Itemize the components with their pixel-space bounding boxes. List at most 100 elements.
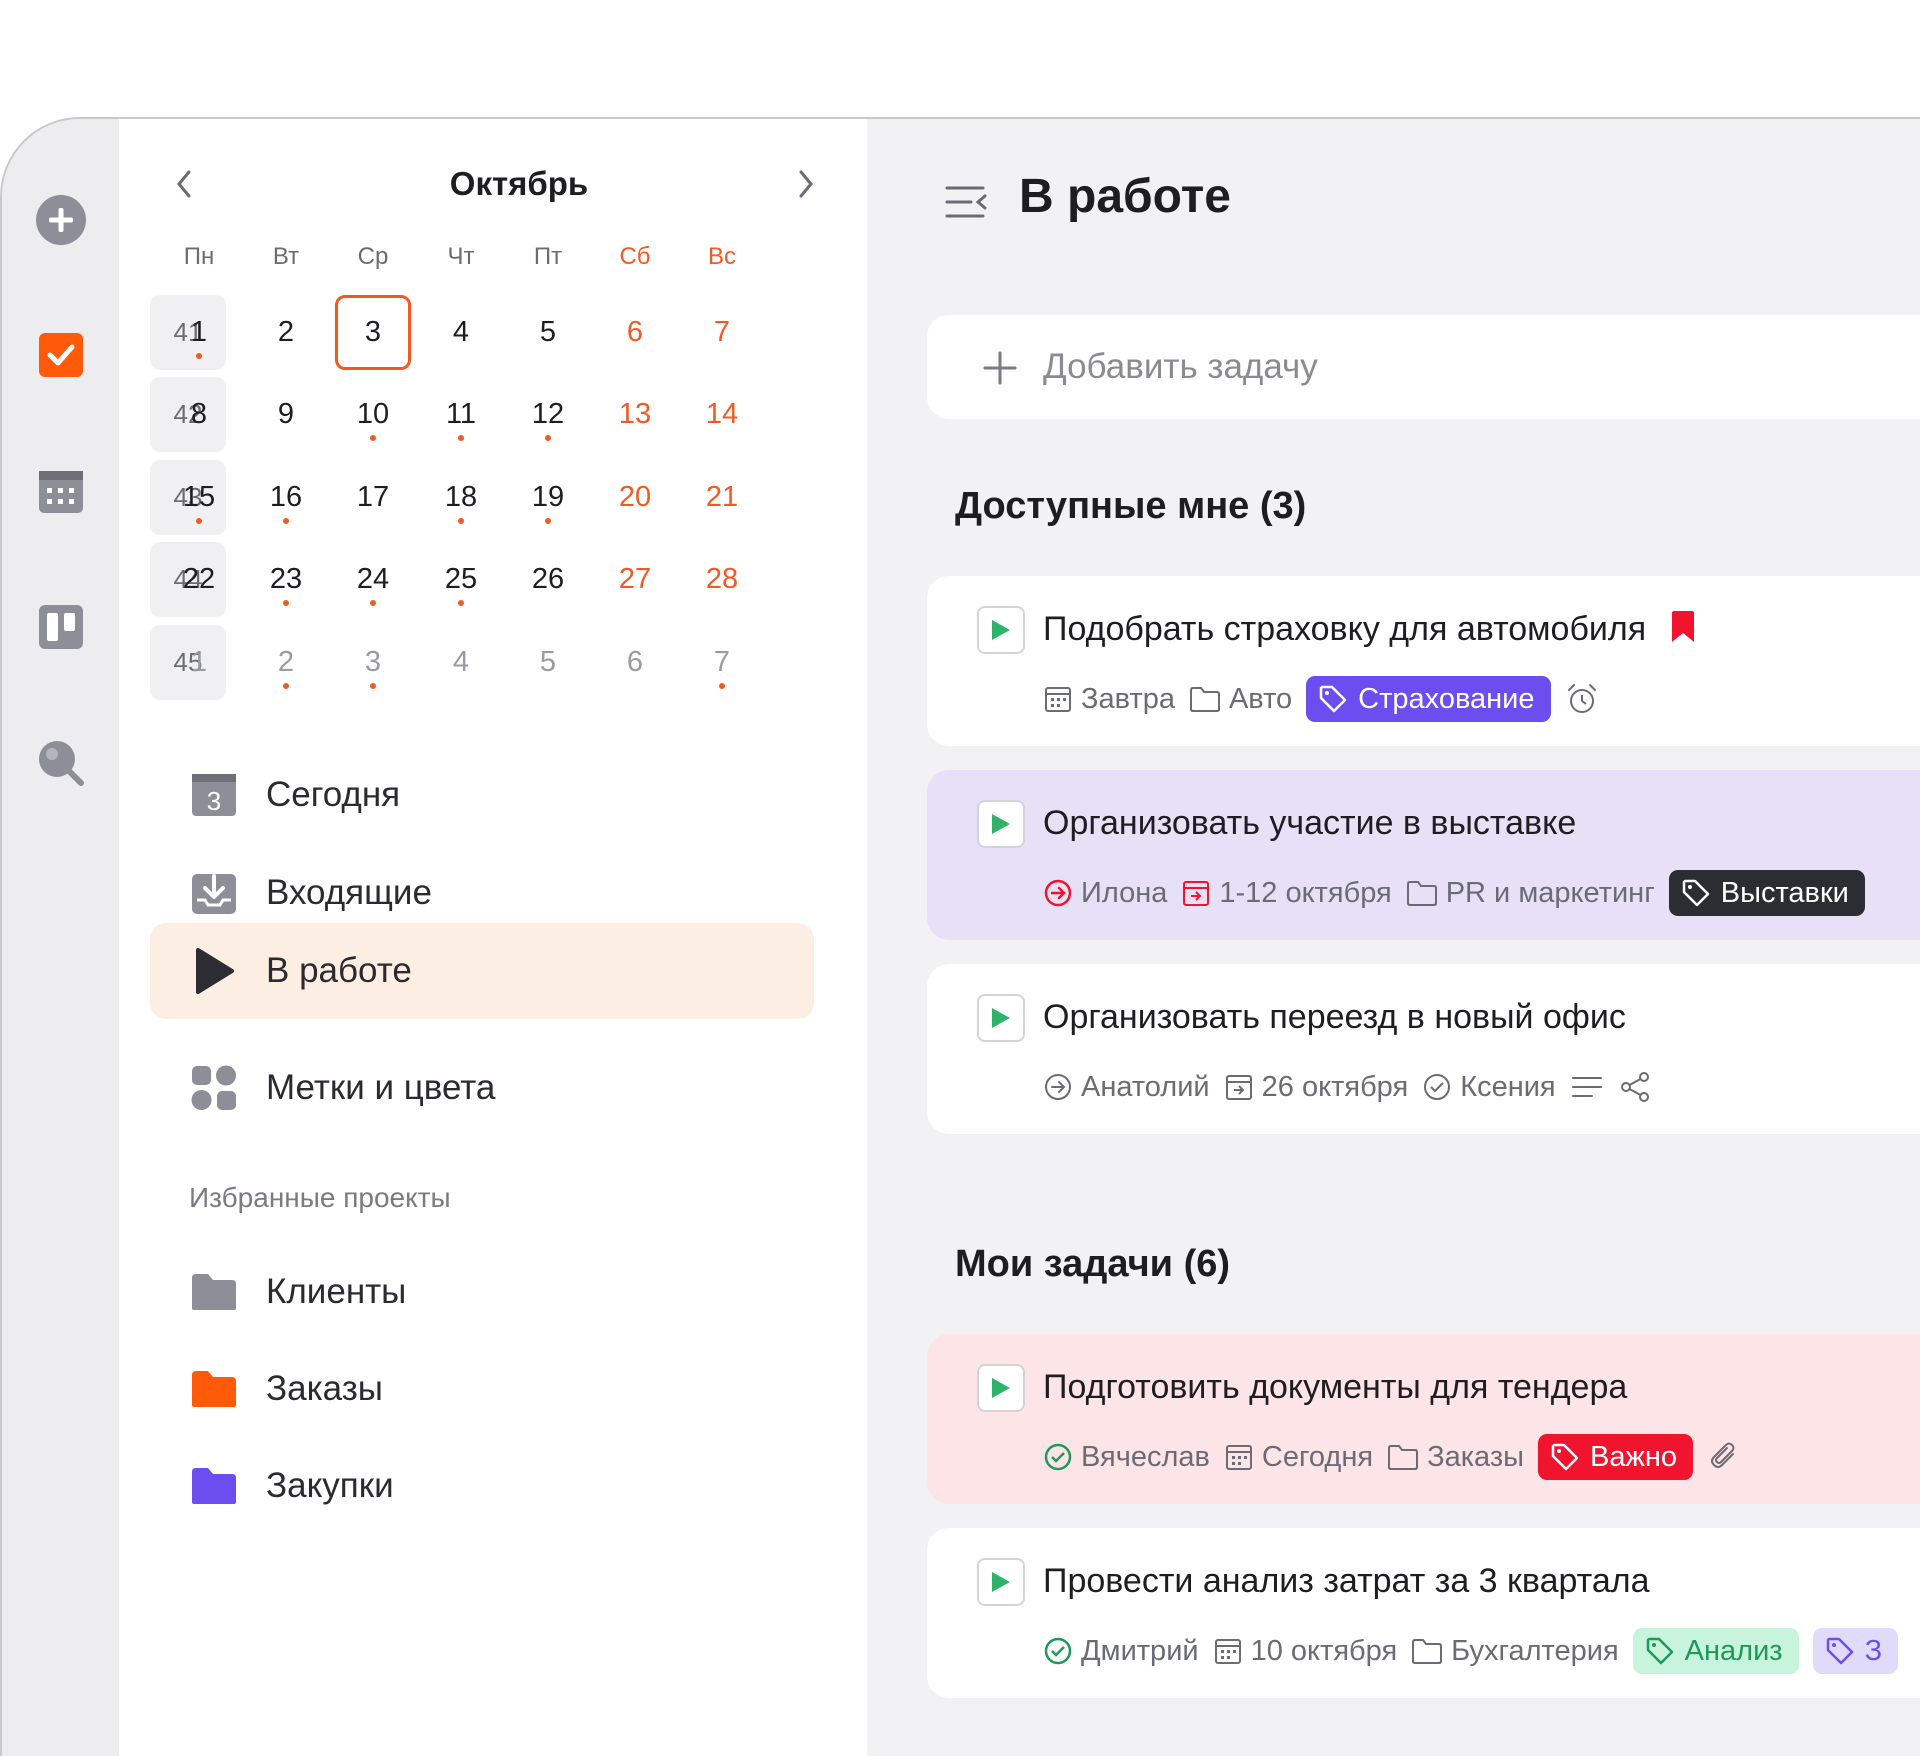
- sidebar: Октябрь Пн Вт Ср Чт Пт Сб Вс 41 1 2 3 4 5 6 7 42 8 9 10 11…: [119, 119, 867, 1756]
- main-panel: В работе Добавить задачу Доступные мне (…: [867, 119, 1920, 1756]
- delegated-icon: [1044, 879, 1072, 907]
- start-task-button[interactable]: [977, 994, 1025, 1042]
- calendar-day[interactable]: 6: [597, 295, 673, 370]
- sidebar-project-orders[interactable]: Заказы: [150, 1341, 814, 1437]
- calendar-day[interactable]: 4: [423, 295, 499, 370]
- calendar-day[interactable]: 4: [423, 625, 499, 700]
- task-date: Сегодня: [1224, 1441, 1373, 1474]
- board-icon[interactable]: [35, 601, 87, 653]
- calendar-day[interactable]: 5: [510, 625, 586, 700]
- tag-second[interactable]: З: [1812, 1628, 1899, 1674]
- calendar-day-number: 18: [444, 481, 478, 513]
- tag-icon: [1551, 1443, 1579, 1471]
- calendar-day[interactable]: 8: [161, 377, 237, 452]
- calendar-day-number: 13: [618, 398, 652, 430]
- event-dot: [370, 435, 376, 441]
- calendar-day[interactable]: 1: [161, 295, 237, 370]
- calendar-day[interactable]: 24: [335, 542, 411, 617]
- sidebar-item-label: Метки и цвета: [266, 1068, 496, 1107]
- calendar-day[interactable]: 12: [510, 377, 586, 452]
- search-icon[interactable]: [35, 737, 87, 789]
- start-task-button[interactable]: [977, 606, 1025, 654]
- tag-analysis[interactable]: Анализ: [1632, 1628, 1799, 1674]
- calendar-day[interactable]: 18: [423, 460, 499, 535]
- task-assignee: Дмитрий: [1043, 1635, 1199, 1668]
- start-task-button[interactable]: [977, 800, 1025, 848]
- task-card[interactable]: Организовать участие в выставке Илона 1-…: [927, 770, 1920, 940]
- task-card[interactable]: Организовать переезд в новый офис Анатол…: [927, 964, 1920, 1134]
- calendar-day[interactable]: 13: [597, 377, 673, 452]
- calendar-day[interactable]: 7: [684, 295, 760, 370]
- calendar-day[interactable]: 21: [684, 460, 760, 535]
- paperclip-icon[interactable]: [1707, 1440, 1741, 1474]
- calendar-day[interactable]: 7: [684, 625, 760, 700]
- calendar-day[interactable]: 16: [248, 460, 324, 535]
- calendar-day[interactable]: 14: [684, 377, 760, 452]
- calendar-day[interactable]: 3: [335, 625, 411, 700]
- chevron-right-icon[interactable]: [781, 159, 831, 209]
- deadline-icon: [1183, 881, 1210, 906]
- calendar-day[interactable]: 23: [248, 542, 324, 617]
- start-task-button[interactable]: [977, 1558, 1025, 1606]
- calendar-day[interactable]: 10: [335, 377, 411, 452]
- calendar-icon: [1045, 687, 1071, 712]
- alarm-icon[interactable]: [1565, 682, 1599, 716]
- task-card[interactable]: Провести анализ затрат за 3 квартала Дми…: [927, 1528, 1920, 1698]
- task-assignee-text: Дмитрий: [1081, 1634, 1199, 1667]
- play-icon: [992, 1572, 1010, 1592]
- tag-insurance[interactable]: Страхование: [1306, 676, 1551, 722]
- sidebar-project-clients[interactable]: Клиенты: [150, 1244, 814, 1340]
- sidebar-item-tags[interactable]: Метки и цвета: [150, 1040, 814, 1136]
- share-icon[interactable]: [1618, 1070, 1652, 1104]
- task-date-text: 10 октября: [1250, 1634, 1398, 1667]
- calendar-day[interactable]: 2: [248, 625, 324, 700]
- add-task-input[interactable]: Добавить задачу: [927, 315, 1920, 419]
- calendar-day[interactable]: 20: [597, 460, 673, 535]
- tag-important[interactable]: Важно: [1538, 1434, 1694, 1480]
- task-title: Подготовить документы для тендера: [1043, 1368, 1628, 1406]
- sidebar-project-purchases[interactable]: Закупки: [150, 1438, 814, 1534]
- today-badge: 3: [207, 786, 221, 816]
- calendar-month-title: Октябрь: [449, 165, 589, 202]
- task-card[interactable]: Подготовить документы для тендера Вячесл…: [927, 1334, 1920, 1504]
- calendar-day-number: 16: [269, 481, 303, 513]
- tag-label: Важно: [1590, 1440, 1678, 1473]
- calendar-day[interactable]: 19: [510, 460, 586, 535]
- calendar-day[interactable]: 26: [510, 542, 586, 617]
- page-title: В работе: [1019, 170, 1231, 223]
- calendar-day[interactable]: 11: [423, 377, 499, 452]
- checkbox-icon[interactable]: [35, 329, 87, 381]
- calendar-day[interactable]: 28: [684, 542, 760, 617]
- task-date: 10 октября: [1213, 1634, 1398, 1668]
- check-circle-icon: [1044, 1443, 1072, 1471]
- tag-icon: [1646, 1637, 1673, 1665]
- calendar-day[interactable]: 2: [248, 295, 324, 370]
- task-assignee: Вячеслав: [1043, 1441, 1210, 1474]
- event-dot: [370, 600, 376, 606]
- calendar-day[interactable]: 3: [335, 295, 411, 370]
- start-task-button[interactable]: [977, 1364, 1025, 1412]
- chevron-left-icon[interactable]: [159, 159, 209, 209]
- calendar-day-number: 14: [705, 398, 739, 430]
- plus-circle-icon[interactable]: [35, 194, 87, 246]
- tag-exhibitions[interactable]: Выставки: [1668, 870, 1865, 916]
- sidebar-item-today[interactable]: 3 Сегодня: [150, 747, 814, 843]
- calendar-day[interactable]: 17: [335, 460, 411, 535]
- calendar-day[interactable]: 9: [248, 377, 324, 452]
- play-icon: [992, 620, 1010, 640]
- description-icon[interactable]: [1570, 1072, 1604, 1102]
- sidebar-item-in-progress[interactable]: В работе: [150, 923, 814, 1019]
- calendar-day[interactable]: 1: [161, 625, 237, 700]
- task-card[interactable]: Подобрать страховку для автомобиля Завтр…: [927, 576, 1920, 746]
- calendar-day[interactable]: 6: [597, 625, 673, 700]
- calendar-day[interactable]: 15: [161, 460, 237, 535]
- weekday-label: Пн: [183, 243, 215, 270]
- calendar-day[interactable]: 27: [597, 542, 673, 617]
- calendar-day[interactable]: 5: [510, 295, 586, 370]
- calendar-icon[interactable]: [35, 466, 87, 518]
- collapse-menu-icon[interactable]: [943, 179, 989, 225]
- calendar-day[interactable]: 22: [161, 542, 237, 617]
- event-dot: [370, 683, 376, 689]
- task-project: Бухгалтерия: [1411, 1635, 1619, 1668]
- calendar-day[interactable]: 25: [423, 542, 499, 617]
